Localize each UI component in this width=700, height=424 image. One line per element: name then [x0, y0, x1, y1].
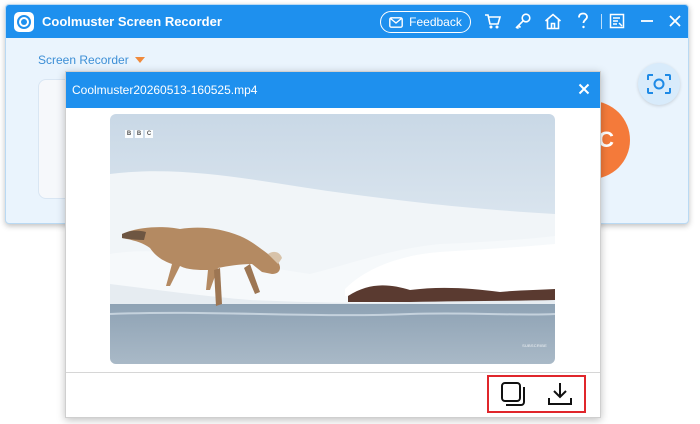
feedback-label: Feedback	[409, 15, 462, 29]
help-icon[interactable]	[573, 11, 593, 31]
home-icon[interactable]	[543, 11, 563, 31]
video-preview[interactable]: B B C SUBSCRIBE	[110, 114, 555, 364]
mode-dropdown[interactable]: Screen Recorder	[38, 53, 145, 67]
download-icon	[548, 383, 573, 405]
watermark-letter: B	[135, 130, 143, 138]
register-icon[interactable]	[607, 11, 627, 31]
mail-icon	[389, 16, 404, 28]
dialog-title: Coolmuster20260513-160525.mp4	[72, 83, 258, 97]
minimize-icon[interactable]	[637, 11, 657, 31]
screenshot-button[interactable]	[638, 63, 680, 105]
title-bar: Coolmuster Screen Recorder Feedback	[6, 5, 688, 38]
chevron-down-icon	[134, 57, 145, 63]
video-frame-image	[110, 114, 555, 364]
preview-dialog: Coolmuster20260513-160525.mp4 B B C SUBS…	[65, 71, 601, 418]
watermark-letter: C	[145, 130, 153, 138]
watermark-letter: B	[125, 130, 133, 138]
dialog-close-icon[interactable]	[574, 79, 594, 99]
app-title: Coolmuster Screen Recorder	[42, 14, 222, 29]
download-button[interactable]	[544, 378, 576, 410]
bbc-watermark: B B C	[125, 130, 153, 138]
app-logo-icon	[14, 12, 34, 32]
footer-divider	[66, 372, 600, 373]
screenshot-icon	[647, 74, 671, 94]
dialog-header: Coolmuster20260513-160525.mp4	[66, 72, 600, 108]
toolbar-separator	[601, 14, 602, 29]
cart-icon[interactable]	[483, 11, 503, 31]
feedback-button[interactable]: Feedback	[380, 11, 471, 33]
subscribe-watermark: SUBSCRIBE	[522, 343, 547, 348]
close-icon[interactable]	[665, 11, 685, 31]
key-icon[interactable]	[513, 11, 533, 31]
action-group	[487, 375, 586, 413]
copy-icon	[500, 382, 525, 406]
copy-button[interactable]	[497, 378, 529, 410]
mode-label: Screen Recorder	[38, 53, 129, 67]
